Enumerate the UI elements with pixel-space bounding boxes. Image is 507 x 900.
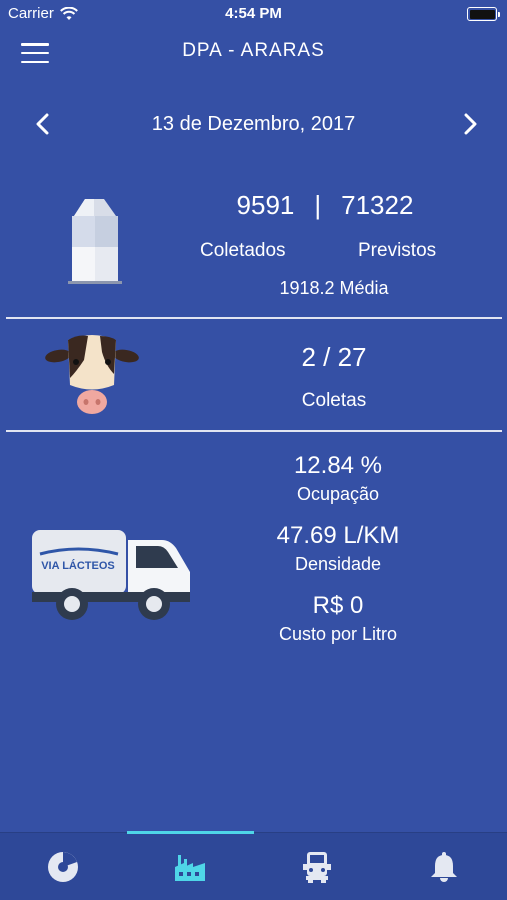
- tab-notifications[interactable]: [380, 833, 507, 900]
- collected-value: 9591: [236, 190, 295, 220]
- milk-counts: 9591 | 71322: [200, 190, 450, 221]
- average-value: 1918.2 Média: [279, 278, 389, 298]
- forecast-value: 71322: [341, 190, 414, 220]
- collections-label: Coletas: [301, 390, 367, 411]
- cow-icon: [45, 335, 139, 414]
- truck-icon: VIA LÁCTEOS: [32, 530, 190, 620]
- occupancy-label: Ocupação: [296, 484, 380, 504]
- active-tab-indicator: [126, 831, 254, 834]
- collections-section: 2 / 27 Coletas: [0, 318, 507, 430]
- truck-tab-icon: [302, 851, 331, 883]
- tab-dashboard[interactable]: [0, 833, 127, 900]
- occupancy-value: 12.84 %: [293, 452, 383, 479]
- pie-chart-icon: [48, 851, 79, 882]
- collections-value: 2 / 27: [301, 342, 367, 372]
- tab-factory[interactable]: [126, 831, 254, 900]
- factory-icon: [175, 854, 206, 881]
- tab-trucks[interactable]: [254, 833, 381, 900]
- cost-label: Custo por Litro: [278, 624, 398, 644]
- density-label: Densidade: [294, 554, 382, 574]
- bell-icon: [430, 851, 457, 882]
- density-value: 47.69 L/KM: [276, 522, 400, 549]
- milk-summary-section: 9591 | 71322 Coletados Previstos 1918.2 …: [0, 0, 507, 318]
- count-separator: |: [314, 190, 322, 220]
- milk-carton-icon: [68, 199, 122, 284]
- tab-bar: [0, 831, 507, 900]
- collected-label: Coletados: [200, 240, 286, 261]
- truck-metrics-section: VIA LÁCTEOS 12.84 % Ocupação 47.69 L/KM …: [0, 432, 507, 672]
- cost-value: R$ 0: [312, 592, 364, 619]
- truck-brand-label: VIA LÁCTEOS: [41, 559, 115, 572]
- forecast-label: Previstos: [358, 240, 437, 261]
